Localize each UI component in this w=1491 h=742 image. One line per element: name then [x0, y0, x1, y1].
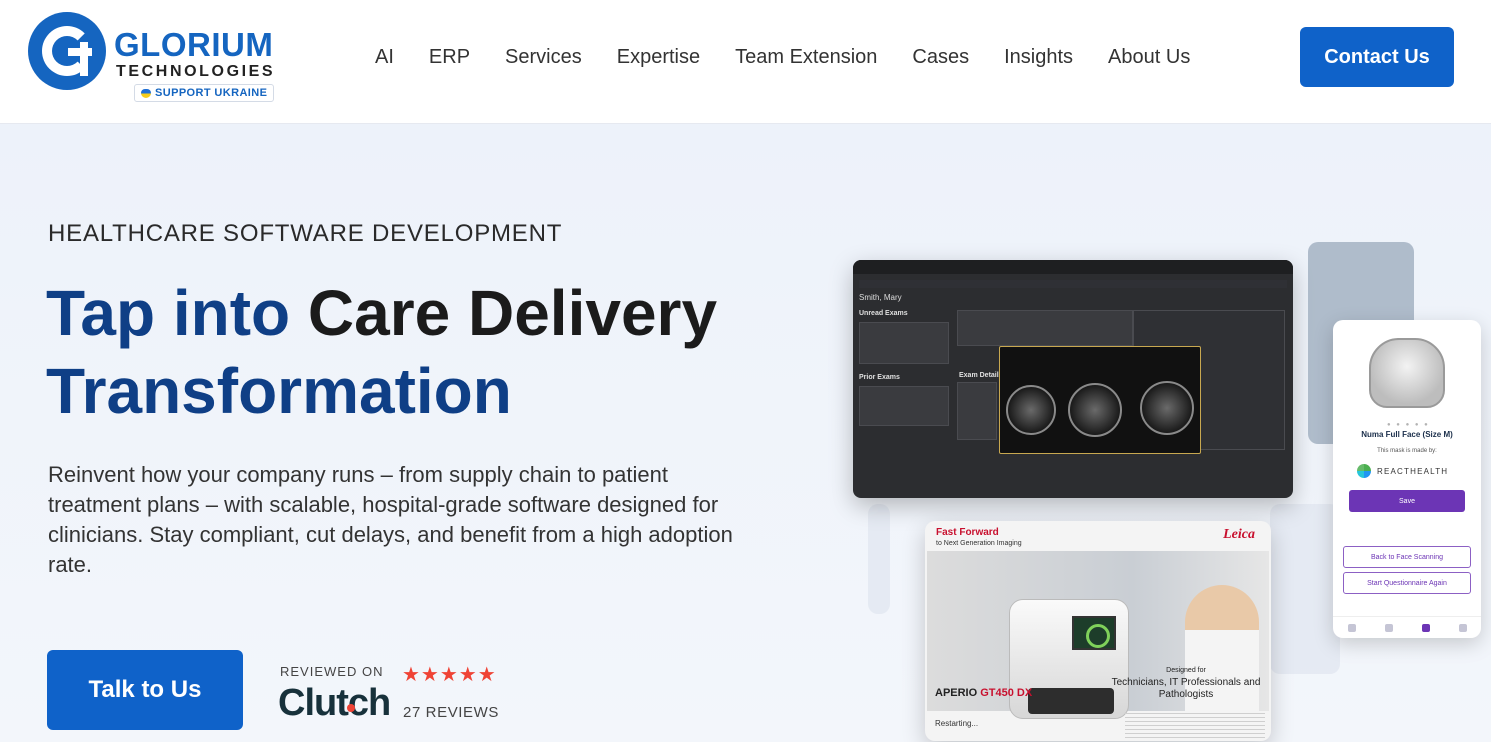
logo-subtitle: TECHNOLOGIES: [116, 63, 276, 80]
model-number: GT450 DX: [980, 687, 1033, 699]
hero-description: Reinvent how your company runs – from su…: [48, 462, 733, 577]
patient-info-panel: [957, 310, 1133, 346]
ukraine-heart-icon: [141, 88, 151, 98]
hero-headline: Tap into Care Delivery Transformation: [46, 274, 806, 430]
dashboard-toolbar: [859, 280, 1287, 288]
rating-stars-icon: ★★★★★: [402, 664, 497, 686]
main-nav: AI ERP Services Expertise Team Extension…: [375, 46, 1225, 69]
headline-highlight: Tap into: [46, 277, 291, 349]
clutch-rating[interactable]: REVIEWED ON Clutch ★★★★★ 27 REVIEWS: [278, 662, 518, 732]
clutch-reviewed-on: REVIEWED ON: [280, 664, 384, 679]
leica-designed-for: Designed for: [1166, 667, 1206, 674]
leica-model-name: APERIO GT450 DX: [935, 687, 1032, 699]
leica-roles: Technicians, IT Professionals and Pathol…: [1111, 677, 1261, 700]
mask-made-by: This mask is made by:: [1377, 448, 1437, 454]
dashboard-patient-name: Smith, Mary: [859, 293, 902, 302]
ct-slice-image: [1006, 385, 1056, 435]
nav-item-services[interactable]: Services: [505, 46, 582, 69]
face-mask-image: [1369, 338, 1445, 408]
leica-scanner-screenshot: Fast Forward to Next Generation Imaging …: [925, 521, 1271, 741]
nav-item-insights[interactable]: Insights: [1004, 46, 1073, 69]
leica-subtitle: to Next Generation Imaging: [936, 540, 1022, 547]
prior-exams-table: [859, 386, 949, 426]
tab-icon: [1421, 623, 1430, 632]
leica-restarting-status: Restarting...: [935, 719, 979, 728]
radiology-dashboard-screenshot: Smith, Mary Unread Exams Prior Exams Exa…: [853, 260, 1293, 498]
company-logo[interactable]: GLORIUM TECHNOLOGIES SUPPORT UKRAINE: [28, 12, 288, 104]
dashboard-details-heading: Exam Details: [959, 372, 1003, 379]
decor-panel: [1270, 504, 1340, 674]
device-screen: [1072, 616, 1116, 650]
react-health-icon: [1357, 464, 1371, 478]
mask-fitting-app-screenshot: ● ● ● ● ● Numa Full Face (Size M) This m…: [1333, 320, 1481, 638]
react-health-label: REACTHEALTH: [1377, 466, 1449, 476]
start-questionnaire-again-button: Start Questionnaire Again: [1343, 572, 1471, 594]
talk-to-us-button[interactable]: Talk to Us: [47, 650, 243, 730]
clutch-logo-dot-icon: [347, 704, 355, 712]
dashboard-prior-heading: Prior Exams: [859, 374, 900, 381]
headline-rest: Care Delivery: [307, 277, 718, 349]
support-ukraine-badge[interactable]: SUPPORT UKRAINE: [134, 84, 275, 102]
dashboard-topbar: [853, 260, 1293, 274]
clutch-logo: Clutch: [278, 682, 391, 724]
exam-details-panel: [957, 382, 997, 440]
leica-fine-print: [1125, 713, 1265, 739]
leica-fast-forward: Fast Forward: [936, 527, 999, 538]
nav-item-team-extension[interactable]: Team Extension: [735, 46, 877, 69]
ct-slice-image: [1140, 381, 1194, 435]
contact-us-button[interactable]: Contact Us: [1300, 27, 1454, 87]
back-to-face-scanning-button: Back to Face Scanning: [1343, 546, 1471, 568]
tab-icon: [1384, 623, 1393, 632]
ct-scan-viewer: [999, 346, 1201, 454]
hero-eyebrow: HEALTHCARE SOFTWARE DEVELOPMENT: [48, 220, 563, 247]
mask-save-button: Save: [1349, 490, 1465, 512]
react-health-logo: REACTHEALTH: [1357, 464, 1448, 478]
headline-line2: Transformation: [46, 355, 512, 427]
mask-product-name: Numa Full Face (Size M): [1361, 430, 1453, 439]
nav-item-about-us[interactable]: About Us: [1108, 46, 1190, 69]
ct-slice-image: [1068, 383, 1122, 437]
logo-mark-icon: [28, 12, 106, 90]
tab-icon: [1458, 623, 1467, 632]
dashboard-unread-heading: Unread Exams: [859, 310, 908, 317]
clutch-review-count: 27 REVIEWS: [403, 704, 500, 721]
unread-exams-table: [859, 322, 949, 364]
decor-panel: [868, 504, 890, 614]
carousel-dots-icon: ● ● ● ● ●: [1387, 422, 1430, 428]
nav-item-cases[interactable]: Cases: [912, 46, 969, 69]
hero-section: HEALTHCARE SOFTWARE DEVELOPMENT Tap into…: [0, 124, 1491, 742]
tab-icon: [1347, 623, 1356, 632]
support-ukraine-label: SUPPORT UKRAINE: [155, 87, 268, 99]
logo-name: GLORIUM: [114, 26, 274, 63]
nav-item-ai[interactable]: AI: [375, 46, 394, 69]
nav-item-expertise[interactable]: Expertise: [617, 46, 700, 69]
app-tab-bar: [1333, 616, 1481, 638]
site-header: GLORIUM TECHNOLOGIES SUPPORT UKRAINE AI …: [0, 0, 1491, 124]
model-prefix: APERIO: [935, 687, 978, 699]
leica-logo: Leica: [1223, 527, 1255, 542]
nav-item-erp[interactable]: ERP: [429, 46, 470, 69]
scanner-device-image: [1009, 599, 1129, 719]
